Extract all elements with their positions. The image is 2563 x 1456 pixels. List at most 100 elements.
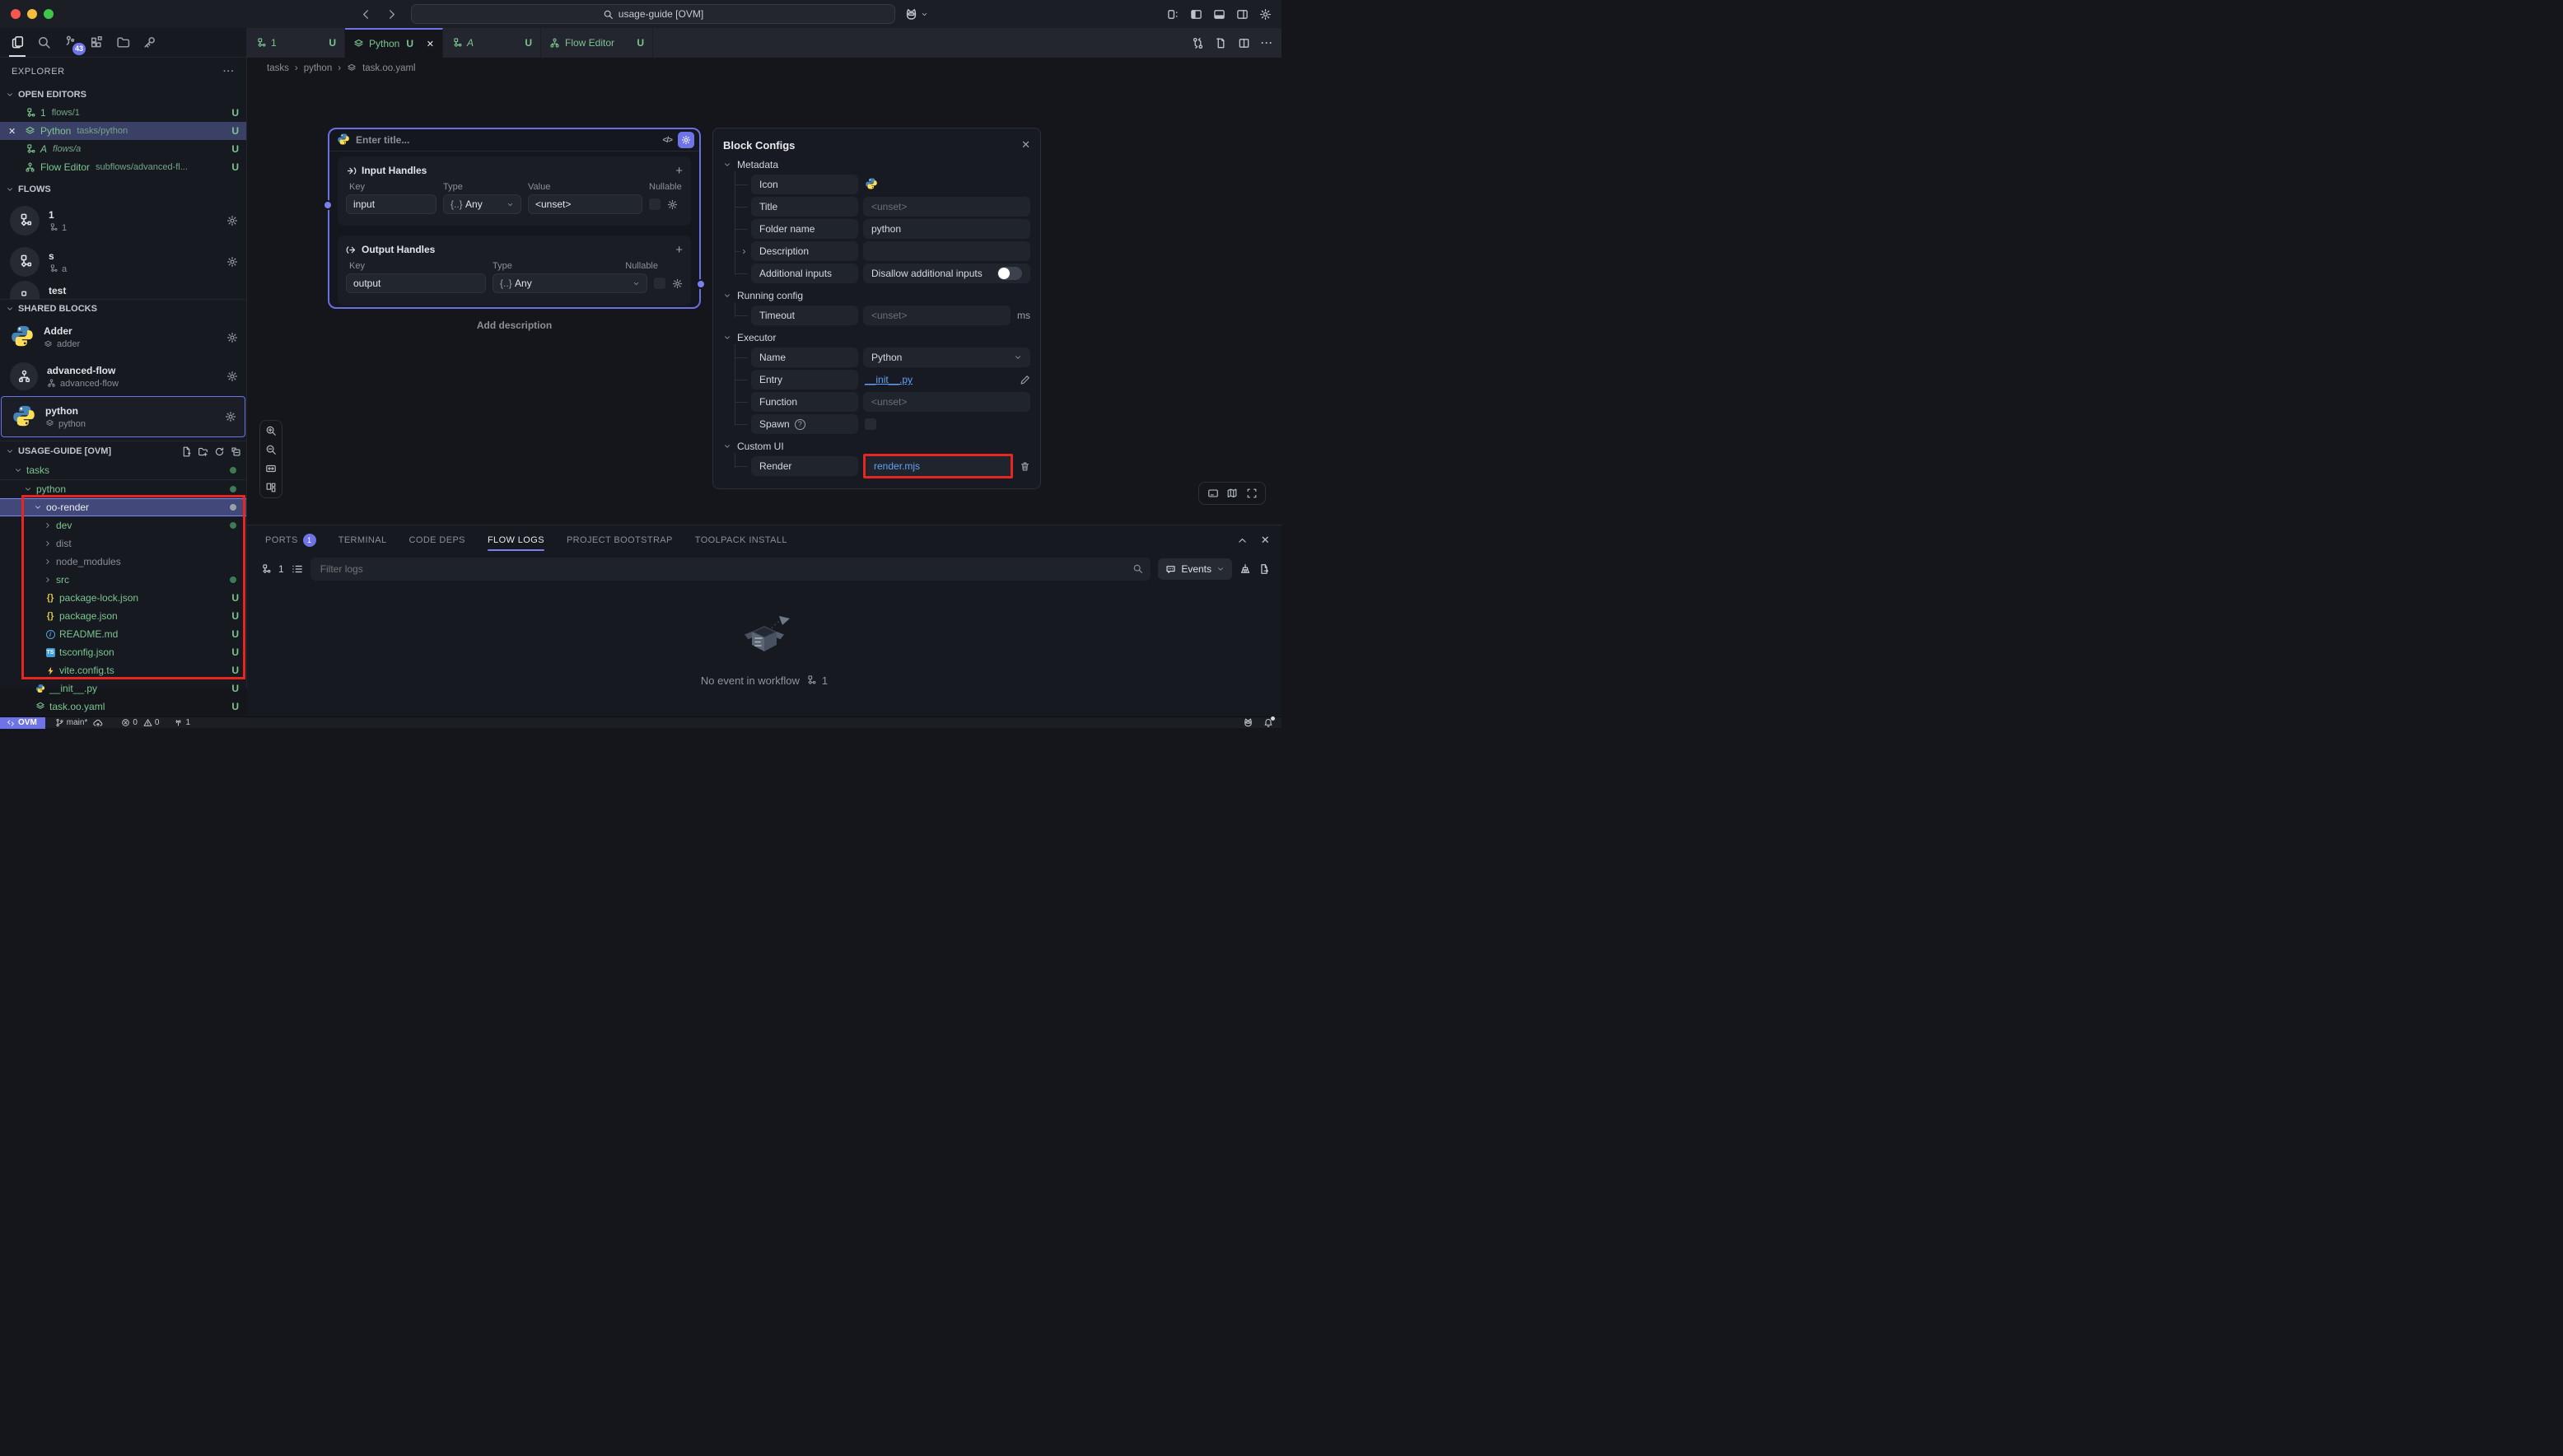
filter-logs-input[interactable]: [310, 558, 1151, 581]
breadcrumb-file[interactable]: task.oo.yaml: [362, 63, 416, 73]
folder-view-icon[interactable]: [112, 29, 133, 57]
function-field[interactable]: <unset>: [863, 392, 1030, 412]
input-key-field[interactable]: input: [346, 194, 437, 214]
code-view-icon[interactable]: </>: [663, 136, 672, 145]
refresh-icon[interactable]: [214, 446, 225, 457]
assistant-mascot-icon[interactable]: [904, 7, 918, 21]
console-panel-icon[interactable]: [1207, 488, 1219, 499]
panel-tab-flow-logs[interactable]: FLOW LOGS: [488, 525, 544, 555]
log-level-list-icon[interactable]: [292, 563, 303, 575]
tree-item-dev[interactable]: dev: [0, 516, 246, 534]
panel-maximize-chevron-icon[interactable]: [1237, 535, 1248, 546]
problems-status[interactable]: 0 0: [121, 718, 159, 727]
command-center-search[interactable]: usage-guide [OVM]: [411, 4, 895, 24]
output-nullable-checkbox[interactable]: [654, 278, 665, 289]
close-icon[interactable]: ✕: [427, 39, 434, 49]
auto-layout-icon[interactable]: [265, 482, 277, 493]
search-sidebar-icon[interactable]: [33, 29, 54, 57]
running-config-section-header[interactable]: Running config: [723, 286, 1030, 306]
close-window-button[interactable]: [11, 9, 21, 19]
panel-tab-ports[interactable]: PORTS1: [265, 525, 316, 555]
output-connector-handle[interactable]: [696, 279, 706, 289]
breadcrumb-python[interactable]: python: [304, 63, 333, 73]
tree-item-package-lock[interactable]: {} package-lock.json U: [0, 589, 246, 607]
open-editor-item-1[interactable]: 1 flows/1 U: [0, 104, 246, 122]
description-field[interactable]: [863, 241, 1030, 261]
block-node[interactable]: Enter title... </> Input Handles + Key T…: [328, 128, 701, 309]
tree-item-python[interactable]: python: [0, 480, 246, 498]
panel-close-icon[interactable]: ✕: [1261, 534, 1270, 547]
forward-icon[interactable]: [385, 8, 398, 21]
input-row-gear-icon[interactable]: [667, 199, 678, 210]
open-editor-item-a[interactable]: A flows/a U: [0, 140, 246, 158]
tree-item-src[interactable]: src: [0, 571, 246, 589]
input-value-field[interactable]: <unset>: [528, 194, 642, 214]
output-key-field[interactable]: output: [346, 273, 486, 293]
more-actions-icon[interactable]: ···: [1261, 37, 1273, 49]
customize-layout-icon[interactable]: [1167, 8, 1179, 21]
output-row-gear-icon[interactable]: [672, 278, 683, 289]
tree-item-vite-config[interactable]: vite.config.ts U: [0, 661, 246, 679]
executor-section-header[interactable]: Executor: [723, 328, 1030, 348]
add-input-handle-icon[interactable]: +: [675, 164, 683, 178]
settings-gear-icon[interactable]: [1259, 8, 1272, 21]
open-editor-item-python[interactable]: ✕ Python tasks/python U: [0, 122, 246, 140]
git-branch-status[interactable]: main*: [55, 718, 104, 728]
notifications-bell-icon[interactable]: [1263, 718, 1273, 728]
tab-python[interactable]: Python U ✕: [345, 28, 443, 58]
add-description-button[interactable]: Add description: [328, 320, 701, 331]
flows-section-header[interactable]: FLOWS: [0, 180, 246, 198]
tree-item-task-oo-yaml[interactable]: task.oo.yaml U: [0, 698, 246, 716]
shared-block-adder[interactable]: Adder adder: [0, 318, 246, 357]
timeout-field[interactable]: <unset>: [863, 306, 1011, 325]
help-icon[interactable]: ?: [795, 419, 805, 430]
toggle-panel-icon[interactable]: [1213, 8, 1225, 21]
tree-item-node-modules[interactable]: node_modules: [0, 553, 246, 571]
ports-status[interactable]: 1: [174, 718, 190, 727]
flow-list-item-1[interactable]: 1 1: [0, 198, 246, 243]
panel-tab-toolpack-install[interactable]: TOOLPACK INSTALL: [695, 525, 787, 555]
tab-flow-editor[interactable]: Flow Editor U: [541, 28, 653, 58]
panel-tab-terminal[interactable]: TERMINAL: [338, 525, 387, 555]
folder-name-field[interactable]: python: [863, 219, 1030, 239]
tree-item-readme[interactable]: i README.md U: [0, 625, 246, 643]
new-folder-icon[interactable]: [198, 446, 208, 457]
extensions-icon[interactable]: [86, 29, 107, 57]
panel-tab-code-deps[interactable]: CODE DEPS: [409, 525, 465, 555]
tab-flow-a[interactable]: A U: [443, 28, 541, 58]
assistant-mascot-icon[interactable]: [1243, 717, 1253, 728]
tree-item-dist[interactable]: dist: [0, 534, 246, 553]
tree-item-oo-render[interactable]: oo-render: [0, 498, 246, 516]
minimize-window-button[interactable]: [27, 9, 37, 19]
open-editor-item-flow-editor[interactable]: Flow Editor subflows/advanced-fl... U: [0, 158, 246, 176]
open-preview-icon[interactable]: [1215, 37, 1227, 49]
toggle-sidebar-icon[interactable]: [1190, 8, 1202, 21]
export-logs-icon[interactable]: [1258, 563, 1270, 575]
clear-logs-broom-icon[interactable]: [1239, 563, 1251, 575]
flow-list-item-s[interactable]: s a: [0, 243, 246, 281]
open-editors-section-header[interactable]: OPEN EDITORS: [0, 86, 246, 104]
secrets-key-icon[interactable]: [138, 29, 160, 57]
executor-name-select[interactable]: Python: [863, 348, 1030, 367]
metadata-section-header[interactable]: Metadata: [723, 155, 1030, 175]
back-icon[interactable]: [360, 8, 372, 21]
remote-indicator[interactable]: OVM: [0, 717, 45, 729]
close-icon[interactable]: ✕: [8, 126, 16, 137]
tree-item-tasks[interactable]: tasks: [0, 461, 246, 479]
toggle-secondary-sidebar-icon[interactable]: [1236, 8, 1249, 21]
breadcrumb-tasks[interactable]: tasks: [267, 63, 289, 73]
zoom-in-icon[interactable]: [265, 425, 277, 436]
window-controls[interactable]: [11, 9, 54, 19]
flow-canvas[interactable]: Enter title... </> Input Handles + Key T…: [247, 79, 1282, 525]
disallow-additional-inputs-toggle[interactable]: [997, 267, 1022, 280]
tree-item-tsconfig[interactable]: TS tsconfig.json U: [0, 643, 246, 661]
gear-icon[interactable]: [226, 215, 238, 226]
delete-trash-icon[interactable]: [1020, 461, 1030, 472]
shared-block-python[interactable]: python python: [1, 396, 245, 437]
panel-tab-project-bootstrap[interactable]: PROJECT BOOTSTRAP: [567, 525, 673, 555]
minimap-icon[interactable]: [1226, 488, 1238, 499]
gear-icon[interactable]: [226, 332, 238, 343]
explorer-icon[interactable]: [7, 29, 28, 57]
tree-item-init-py[interactable]: __init__.py U: [0, 679, 246, 698]
fit-view-icon[interactable]: [265, 463, 277, 474]
